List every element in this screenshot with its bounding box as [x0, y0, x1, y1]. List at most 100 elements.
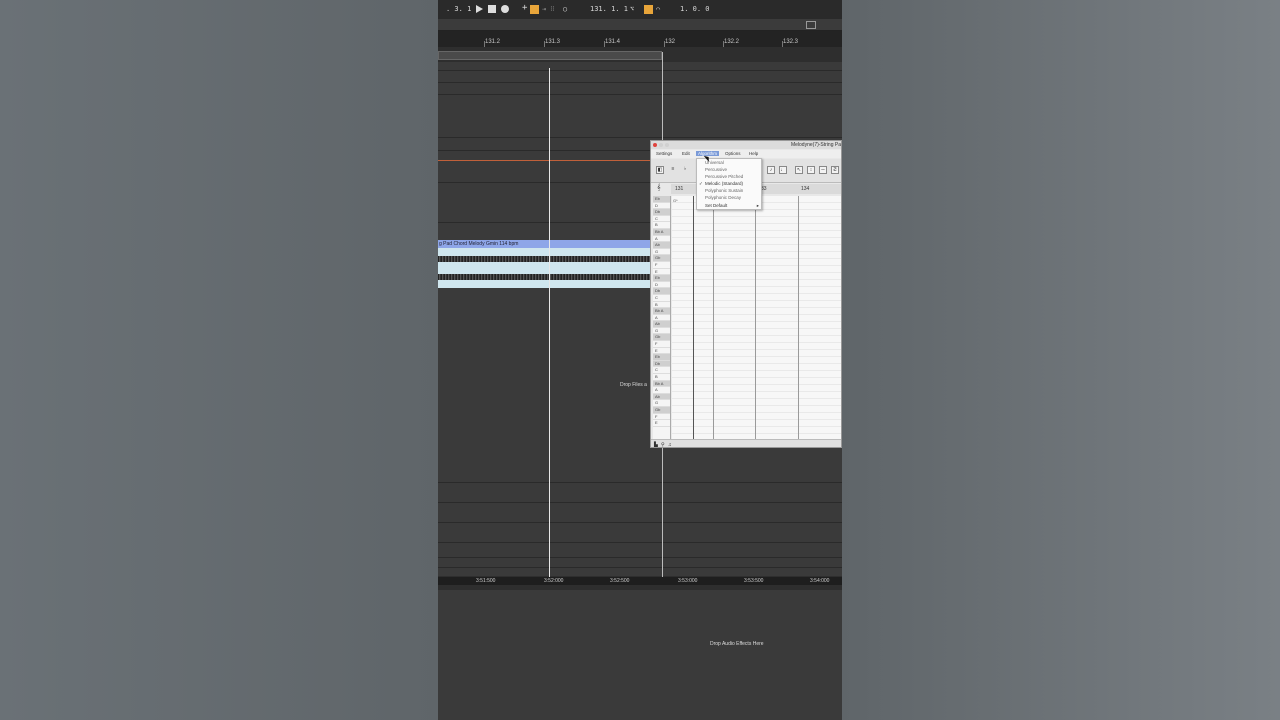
ruler-tick: 131.2 [485, 39, 501, 45]
ruler-tick: 132.3 [783, 39, 799, 45]
pitch-key[interactable]: Ab [653, 321, 670, 328]
pitch-tool-icon[interactable]: ↕ [807, 166, 815, 174]
pitch-key[interactable]: Ab [653, 242, 670, 249]
pitch-key[interactable]: A [653, 387, 670, 394]
formant-tool-icon[interactable]: ∽ [819, 166, 827, 174]
menu-item-melodic[interactable]: ✓ Melodic (Standard) [699, 181, 743, 186]
menu-help[interactable]: Help [749, 151, 758, 156]
device-drop-area[interactable]: Drop Audio Effects Here [438, 590, 842, 720]
info-icon[interactable]: ▙ [654, 442, 658, 447]
pitch-key[interactable]: Db [653, 360, 670, 368]
pitch-key[interactable]: Eb [653, 196, 670, 203]
loop-toggle-button[interactable] [644, 5, 653, 14]
pitch-key[interactable]: B [653, 222, 670, 229]
pitch-key[interactable]: F [653, 414, 670, 421]
menu-item-polyphonic-decay[interactable]: Polyphonic Decay [705, 195, 741, 200]
melodyne-note-grid[interactable] [672, 196, 841, 439]
menu-item-set-default[interactable]: Set Default ▸ [705, 203, 761, 208]
pitch-key[interactable]: F [653, 341, 670, 348]
pitch-key[interactable]: Db [653, 288, 670, 295]
punch-icon[interactable]: ⇥ ⁞⁞ [542, 5, 554, 13]
pitch-key[interactable]: C [653, 367, 670, 375]
pitch-key[interactable]: Gb [653, 407, 670, 414]
close-icon[interactable] [653, 143, 657, 147]
pitch-key[interactable]: E [653, 269, 670, 276]
arrangement-overview[interactable] [438, 19, 842, 31]
pitch-key[interactable]: B [653, 302, 670, 309]
drop-audio-effects-label: Drop Audio Effects Here [710, 641, 764, 647]
menu-options[interactable]: Options [725, 151, 741, 156]
audio-clip[interactable]: g Pad Chord Melody Gmin 114 bpm [438, 240, 650, 288]
playhead-line[interactable] [549, 68, 550, 578]
record-icon[interactable] [501, 5, 509, 13]
pitch-key[interactable]: G [653, 249, 670, 256]
stop-icon[interactable] [488, 5, 496, 13]
magnify-icon[interactable]: ⚲ [661, 442, 665, 447]
play-icon[interactable] [476, 5, 483, 13]
melodyne-bottom-bar: ▙ ⚲ ♫ [651, 439, 841, 447]
main-tool-icon[interactable]: ↖ [795, 166, 803, 174]
pitch-key[interactable]: E [653, 420, 670, 427]
editor-layout-icon[interactable]: ◧ [656, 166, 664, 174]
transport-bar: . 3. 1 + ⇥ ⁞⁞ ○ 131. 1. 1 ⌥ ⌒ 1. 0. 0 [438, 0, 842, 19]
scale-icon[interactable]: ♭ [681, 166, 689, 174]
pitch-key[interactable]: Eb [653, 275, 670, 282]
ruler-tick: 132.2 [724, 39, 740, 45]
time-ruler[interactable]: 3:51:500 3:52:000 3:52:500 3:53:000 3:53… [438, 577, 842, 585]
melodyne-window[interactable]: Melodyne(7)-String Pa Settings Edit Algo… [650, 140, 842, 448]
pitch-key[interactable]: Bb A [653, 228, 670, 236]
menu-edit[interactable]: Edit [682, 151, 690, 156]
pitch-key[interactable]: Ab [653, 393, 670, 401]
note-assign-icon[interactable]: ♫ [668, 442, 672, 447]
overview-scroll-handle[interactable] [806, 21, 816, 29]
minimize-icon[interactable] [659, 143, 663, 147]
ruler-tick: 132 [665, 39, 676, 45]
pitch-key[interactable]: G [653, 400, 670, 407]
pitch-key[interactable]: C [653, 216, 670, 223]
melodyne-title: Melodyne(7)-String Pa [790, 142, 841, 148]
ruler-tick: 131.3 [545, 39, 561, 45]
draw-mode-icon[interactable]: ⌥ [630, 5, 634, 13]
pitch-key[interactable]: Gb [653, 334, 670, 342]
curve-icon[interactable]: ⌒ [656, 5, 660, 13]
pitch-key[interactable]: D [653, 282, 670, 289]
loop-region-bar[interactable] [438, 51, 662, 60]
menu-item-percussive-pitched[interactable]: Percussive Pitched [705, 174, 743, 179]
song-position-left[interactable]: . 3. 1 [446, 5, 471, 13]
beat-ruler[interactable]: 131.2 131.3 131.4 132 132.2 132.3 [438, 31, 842, 47]
loop-start-display[interactable]: 131. 1. 1 [590, 5, 628, 13]
loop-length-display[interactable]: 1. 0. 0 [680, 5, 710, 13]
plus-icon[interactable]: + [522, 3, 527, 13]
zoom-icon[interactable] [665, 143, 669, 147]
pitch-key[interactable]: Eb [653, 354, 670, 361]
melodyne-title-bar[interactable]: Melodyne(7)-String Pa [651, 141, 841, 149]
time-tick: 3:51:500 [476, 578, 496, 584]
pitch-key[interactable]: Db [653, 209, 670, 216]
pitch-key[interactable]: D [653, 203, 670, 210]
submenu-arrow-icon: ▸ [756, 203, 759, 208]
pitch-key[interactable]: A [653, 315, 670, 322]
pitch-grid-icon[interactable]: ≡ [669, 166, 677, 174]
tempo-icon[interactable]: ♩ [779, 166, 787, 174]
automation-arm-button[interactable] [530, 5, 539, 14]
amplitude-tool-icon[interactable]: Ƨ [831, 166, 839, 174]
pitch-snap-icon[interactable]: ♪ [767, 166, 775, 174]
pitch-key[interactable]: E [653, 348, 670, 355]
clef-icon[interactable]: 𝄞 [657, 185, 661, 192]
menu-item-percussive[interactable]: Percussive [705, 167, 727, 172]
pitch-key[interactable]: Gb [653, 255, 670, 262]
pitch-key[interactable]: F [653, 262, 670, 269]
waveform-lower [438, 274, 650, 280]
pitch-key[interactable]: B [653, 374, 670, 381]
pitch-key[interactable]: C [653, 295, 670, 302]
loop-circle-icon[interactable]: ○ [563, 5, 567, 13]
pitch-key[interactable]: A [653, 236, 670, 243]
menu-item-polyphonic-sustain[interactable]: Polyphonic Sustain [705, 188, 743, 193]
pitch-key[interactable]: G [653, 328, 670, 335]
time-tick: 3:52:000 [544, 578, 564, 584]
melodyne-menu-bar: Settings Edit Algorithm Options Help [651, 150, 841, 158]
pitch-key[interactable]: Bb A [653, 308, 670, 315]
menu-settings[interactable]: Settings [656, 151, 672, 156]
pitch-key-ruler[interactable]: Eb D Db C B Bb A A Ab G Gb F E Eb D Db C B Bb A A Ab G Gb F E Eb… [653, 196, 671, 439]
pitch-key[interactable]: Bb A [653, 380, 670, 388]
